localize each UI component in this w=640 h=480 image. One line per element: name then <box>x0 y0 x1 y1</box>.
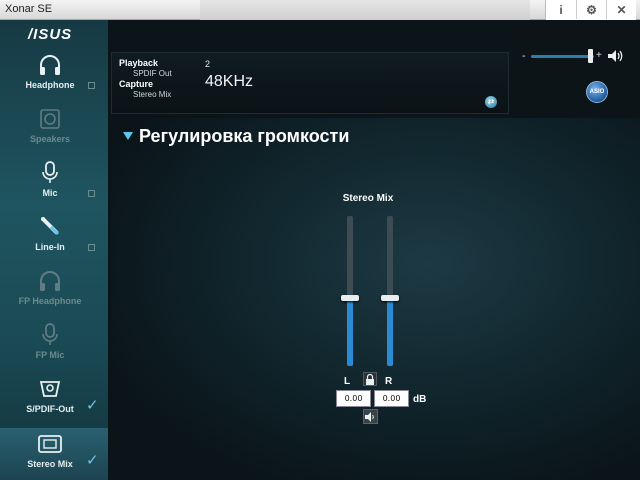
headphone-icon <box>37 52 63 78</box>
left-fader-thumb[interactable] <box>341 295 359 301</box>
speaker-icon <box>365 411 374 422</box>
master-volume-thumb[interactable] <box>588 49 593 63</box>
speakers-icon <box>37 106 63 132</box>
master-volume-slider[interactable] <box>531 55 594 58</box>
sidebar-item-fp-headphone[interactable]: FP Headphone <box>0 268 108 322</box>
left-volume-fader[interactable] <box>341 216 359 366</box>
sample-rate: 48KHz <box>205 73 254 90</box>
title-bar: Xonar SE i ⚙ ✕ <box>0 0 640 20</box>
left-volume-value[interactable]: 0.00 <box>336 390 371 407</box>
channel-count: 2 <box>205 59 211 69</box>
info-button[interactable]: i <box>546 0 576 19</box>
asus-logo: /ISUS <box>28 26 73 43</box>
main-panel: Регулировка громкости Stereo Mix L R 0.0… <box>111 118 640 480</box>
left-fader-fill <box>347 298 353 366</box>
sidebar-item-label: FP Headphone <box>18 296 82 306</box>
sidebar: /ISUS Headphone Speakers Mic Line-In FP … <box>0 20 108 480</box>
device-info-panel: Playback SPDIF Out Capture Stereo Mix 2 … <box>111 52 509 114</box>
right-channel-label: R <box>385 376 393 387</box>
line-in-icon <box>37 214 63 240</box>
unit-label: dB <box>413 394 427 405</box>
sidebar-item-checkbox[interactable] <box>88 244 95 251</box>
mic-icon <box>37 160 63 186</box>
sidebar-item-label: Mic <box>42 188 58 198</box>
window-title: Xonar SE <box>5 3 53 15</box>
title-bar-decoration <box>200 0 530 20</box>
sidebar-item-stereo-mix[interactable]: Stereo Mix ✓ <box>0 428 108 480</box>
stereo-mix-icon <box>37 431 63 457</box>
checkmark-icon[interactable]: ✓ <box>86 451 99 469</box>
sidebar-item-label: Speakers <box>29 134 71 144</box>
right-volume-value[interactable]: 0.00 <box>374 390 409 407</box>
fp-headphone-icon <box>37 268 63 294</box>
capture-label: Capture <box>119 79 154 89</box>
sidebar-item-label: S/PDIF-Out <box>26 404 74 414</box>
sidebar-item-headphone[interactable]: Headphone <box>0 52 108 106</box>
close-button[interactable]: ✕ <box>606 0 636 19</box>
right-fader-thumb[interactable] <box>381 295 399 301</box>
sidebar-item-label: FP Mic <box>35 350 65 360</box>
volume-minus[interactable]: - <box>522 50 526 62</box>
swap-icon[interactable]: ⇄ <box>485 96 497 108</box>
capture-device: Stereo Mix <box>133 90 172 99</box>
playback-label: Playback <box>119 58 159 68</box>
volume-plus[interactable]: + <box>596 50 602 61</box>
sidebar-item-label: Stereo Mix <box>27 459 73 469</box>
sidebar-item-checkbox[interactable] <box>88 190 95 197</box>
right-fader-fill <box>387 298 393 366</box>
playback-device: SPDIF Out <box>133 69 172 78</box>
lock-icon[interactable] <box>363 372 377 386</box>
section-title: Регулировка громкости <box>139 126 350 146</box>
sidebar-item-checkbox[interactable] <box>88 82 95 89</box>
collapse-arrow-icon[interactable] <box>123 132 133 140</box>
sidebar-item-mic[interactable]: Mic <box>0 160 108 214</box>
right-volume-fader[interactable] <box>381 216 399 366</box>
title-bar-buttons: i ⚙ ✕ <box>545 0 636 20</box>
sidebar-item-fp-mic[interactable]: FP Mic <box>0 322 108 376</box>
spdif-out-icon <box>37 376 63 402</box>
sidebar-item-label: Line-In <box>35 242 65 252</box>
master-volume-area: - + ASIO <box>510 20 640 116</box>
asio-button[interactable]: ASIO <box>586 81 608 103</box>
sidebar-item-speakers[interactable]: Speakers <box>0 106 108 160</box>
speaker-icon[interactable] <box>607 49 625 63</box>
sidebar-item-spdif-out[interactable]: S/PDIF-Out ✓ <box>0 376 108 430</box>
fp-mic-icon <box>37 322 63 348</box>
settings-button[interactable]: ⚙ <box>576 0 606 19</box>
checkmark-icon[interactable]: ✓ <box>86 396 99 414</box>
sidebar-item-line-in[interactable]: Line-In <box>0 214 108 268</box>
left-channel-label: L <box>344 376 351 387</box>
sidebar-item-label: Headphone <box>25 80 75 90</box>
mute-button[interactable] <box>363 409 378 424</box>
mixer-title: Stereo Mix <box>342 193 394 204</box>
